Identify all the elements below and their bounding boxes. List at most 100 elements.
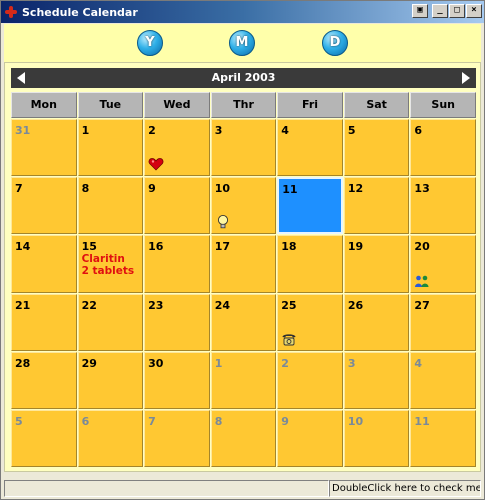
day-number: 5 [347, 124, 356, 137]
day-number: 31 [15, 124, 31, 137]
day-number: 14 [15, 240, 31, 254]
event-note-line: 2 tablets [81, 265, 135, 278]
maximize-button[interactable]: □ [449, 4, 465, 18]
day-number: 6 [81, 414, 90, 428]
day-cell[interactable]: 23 [144, 293, 210, 351]
restore-icon[interactable]: ▣ [412, 4, 428, 18]
weekday-header: Mon Tue Wed Thr Fri Sat Sun [11, 92, 476, 118]
day-number: 22 [81, 298, 97, 312]
day-number: 3 [214, 124, 223, 137]
day-number: 30 [148, 356, 164, 370]
day-number: 6 [414, 124, 423, 137]
day-number: 23 [148, 298, 164, 312]
close-button[interactable]: × [466, 4, 482, 18]
day-cell[interactable]: 9 [144, 177, 210, 235]
day-number: 17 [214, 240, 231, 254]
day-cell[interactable]: 9 [277, 409, 343, 467]
weekday-label: Wed [144, 92, 210, 118]
status-bar: DoubleClick here to check mes [4, 479, 481, 498]
day-number: 7 [148, 414, 156, 428]
day-number: 10 [347, 414, 364, 428]
month-title: April 2003 [211, 71, 276, 84]
heart-icon[interactable] [148, 156, 164, 172]
year-view-button[interactable]: Y [137, 30, 163, 56]
day-cell[interactable]: 25 [277, 293, 343, 351]
day-number: 13 [414, 182, 430, 196]
day-cell[interactable]: 18 [277, 235, 343, 293]
day-number: 10 [214, 182, 231, 196]
day-cell[interactable]: 6 [77, 409, 144, 467]
day-number: 11 [282, 183, 298, 197]
day-cell[interactable]: 26 [343, 293, 410, 351]
weekday-label: Sat [343, 92, 410, 118]
day-number: 4 [414, 356, 423, 370]
previous-month-icon[interactable] [17, 72, 25, 84]
day-cell[interactable]: 6 [410, 119, 476, 177]
lightbulb-icon[interactable] [215, 214, 231, 230]
day-number: 24 [214, 298, 231, 312]
day-cell[interactable]: 12 [343, 177, 410, 235]
people-icon[interactable] [414, 273, 430, 289]
day-number: 18 [281, 240, 297, 254]
day-grid: 31 1 2 3 4 5 6 7 8 9 10 11 12 13 14 15 Claritin 2 tablets… [11, 119, 476, 467]
day-cell[interactable]: 5 [343, 119, 410, 177]
weekday-label: Fri [277, 92, 343, 118]
day-cell[interactable]: 22 [77, 293, 144, 351]
day-cell[interactable]: 17 [210, 235, 277, 293]
day-cell[interactable]: 1 [210, 351, 277, 409]
day-cell[interactable]: 10 [210, 177, 277, 235]
weekday-label: Sun [410, 92, 476, 118]
day-number: 29 [81, 356, 97, 370]
day-cell[interactable]: 15 Claritin 2 tablets [77, 235, 144, 293]
day-number: 16 [148, 240, 164, 254]
day-cell[interactable]: 7 [11, 177, 77, 235]
day-cell[interactable]: 5 [11, 409, 77, 467]
day-number: 9 [148, 182, 156, 196]
calendar-panel: April 2003 Mon Tue Wed Thr Fri Sat Sun 3… [4, 62, 481, 472]
month-view-button[interactable]: M [229, 30, 255, 56]
day-cell[interactable]: 11 [410, 409, 476, 467]
day-cell[interactable]: 24 [210, 293, 277, 351]
day-view-button[interactable]: D [322, 30, 348, 56]
day-number: 8 [214, 414, 223, 428]
day-cell[interactable]: 8 [210, 409, 277, 467]
day-cell[interactable]: 1 [77, 119, 144, 177]
status-pane-right[interactable]: DoubleClick here to check mes [329, 480, 481, 497]
minimize-button[interactable]: _ [432, 4, 448, 18]
day-cell[interactable]: 4 [410, 351, 476, 409]
event-note[interactable]: Claritin 2 tablets [82, 253, 135, 277]
day-number: 7 [15, 182, 23, 196]
day-cell-today[interactable]: 11 [277, 177, 343, 235]
day-cell[interactable]: 19 [343, 235, 410, 293]
day-cell[interactable]: 29 [77, 351, 144, 409]
weekday-label: Tue [77, 92, 144, 118]
month-header: April 2003 [11, 68, 476, 88]
day-cell[interactable]: 3 [210, 119, 277, 177]
day-cell[interactable]: 28 [11, 351, 77, 409]
window-title: Schedule Calendar [22, 5, 138, 19]
day-cell[interactable]: 4 [277, 119, 343, 177]
phone-icon[interactable] [281, 331, 297, 347]
day-cell[interactable]: 16 [144, 235, 210, 293]
day-cell[interactable]: 13 [410, 177, 476, 235]
day-cell[interactable]: 10 [343, 409, 410, 467]
weekday-label: Thr [210, 92, 277, 118]
day-number: 8 [81, 182, 90, 196]
day-cell[interactable]: 3 [343, 351, 410, 409]
next-month-icon[interactable] [462, 72, 470, 84]
day-cell[interactable]: 2 [144, 119, 210, 177]
day-cell[interactable]: 31 [11, 119, 77, 177]
title-bar[interactable]: Schedule Calendar ▣ _ □ × [1, 1, 484, 23]
day-cell[interactable]: 8 [77, 177, 144, 235]
day-cell[interactable]: 30 [144, 351, 210, 409]
day-cell[interactable]: 20 [410, 235, 476, 293]
day-cell[interactable]: 7 [144, 409, 210, 467]
day-cell[interactable]: 21 [11, 293, 77, 351]
day-number: 2 [281, 356, 289, 370]
status-pane-left [4, 480, 329, 497]
day-cell[interactable]: 2 [277, 351, 343, 409]
day-cell[interactable]: 27 [410, 293, 476, 351]
day-number: 27 [414, 298, 430, 312]
day-cell[interactable]: 14 [11, 235, 77, 293]
day-number: 21 [15, 298, 31, 312]
